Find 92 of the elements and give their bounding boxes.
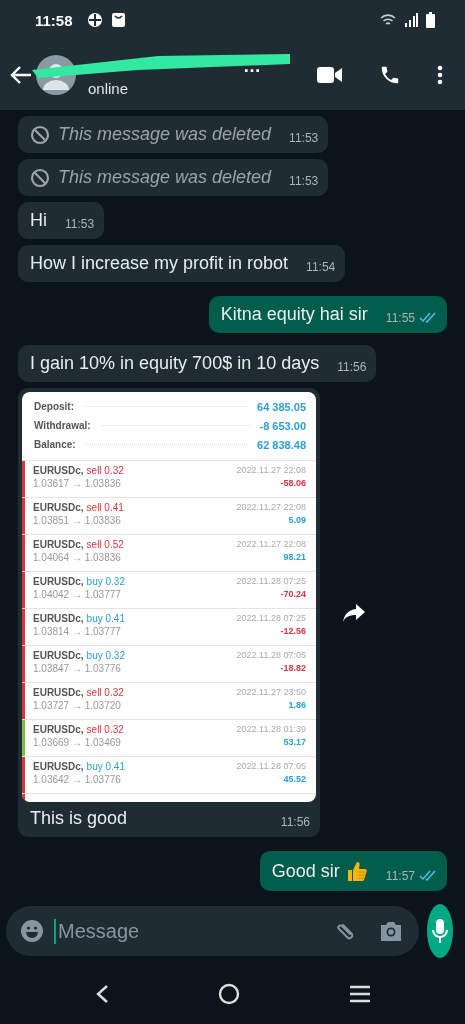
trade-profit: -58.06 [280, 478, 306, 488]
trade-prices: 1.03847 → 1.03776 [33, 663, 122, 674]
message-text: Good sir [271, 860, 340, 882]
message-time: 11:54 [306, 260, 336, 274]
trade-prices: 1.03669 → 1.03469 [33, 737, 122, 748]
blocked-icon [30, 124, 50, 145]
trade-prices: 1.04042 → 1.03777 [33, 589, 122, 600]
trade-date: 2022.11.28 07:05 [236, 761, 306, 771]
video-call-icon[interactable] [317, 66, 343, 84]
trade-volume: sell 0.41 [86, 502, 124, 513]
contact-status: online [88, 79, 130, 97]
forward-icon[interactable] [342, 602, 366, 623]
message-field[interactable]: Message [54, 918, 325, 944]
battery-icon [426, 12, 435, 28]
contact-name: … [243, 56, 261, 77]
message-time: 11:56 [280, 815, 310, 829]
trade-volume: sell 0.52 [86, 539, 124, 550]
message-time: 11:57 [385, 869, 415, 883]
emoji-icon[interactable] [20, 919, 44, 943]
message-text: Hi [30, 210, 47, 231]
message-text: I gain 10% in equity 700$ in 10 days [30, 353, 320, 374]
deleted-message-text: This message was deleted [58, 167, 272, 188]
trade-profit: 53.17 [283, 737, 306, 747]
trade-prices: 1.03642 → 1.03776 [33, 774, 122, 785]
back-nav-icon[interactable] [94, 984, 109, 1004]
trade-date: 2022.11.27 23:50 [236, 687, 306, 697]
camera-icon[interactable] [379, 920, 403, 942]
message-time: 11:53 [289, 131, 319, 145]
trade-symbol: EURUSDc, [33, 761, 84, 772]
message-time: 11:55 [385, 311, 415, 325]
trade-prices: 1.03814 → 1.03777 [33, 626, 122, 637]
menu-icon[interactable] [437, 65, 443, 85]
summary-value: 62 838.48 [257, 438, 306, 451]
game-icon [86, 12, 103, 28]
trade-prices: 1.03727 → 1.03720 [33, 700, 122, 711]
trade-volume: buy 0.41 [86, 761, 125, 772]
trade-date: 2022.11.28 01:39 [236, 724, 306, 734]
trade-prices: 1.03851 → 1.03836 [33, 515, 122, 526]
trade-symbol: EURUSDc, [33, 465, 84, 476]
trade-volume: sell 0.32 [86, 465, 124, 476]
trade-symbol: EURUSDc, [33, 576, 84, 587]
trade-profit: 1.86 [288, 700, 306, 710]
thumbs-up-icon [345, 859, 368, 883]
microphone-button[interactable] [427, 904, 453, 958]
message-text: Kitna equity hai sir [220, 304, 368, 325]
trade-date: 2022.11.27 22:08 [236, 502, 306, 512]
trade-volume: sell 0.32 [86, 724, 124, 735]
back-icon[interactable] [10, 66, 32, 84]
trade-date: 2022.11.28 07:05 [236, 650, 306, 660]
summary-label: Withdrawal: [34, 420, 91, 431]
summary-label: Balance: [34, 439, 76, 450]
microphone-icon [431, 918, 449, 944]
trade-volume: buy 0.41 [86, 613, 125, 624]
trade-volume: sell 0.32 [86, 687, 124, 698]
message-text: How I increase my profit in robot [30, 253, 289, 274]
trade-prices: 1.04064 → 1.03836 [33, 552, 122, 563]
trade-symbol: EURUSDc, [33, 650, 84, 661]
deleted-message-text: This message was deleted [58, 124, 272, 145]
trade-volume: buy 0.32 [86, 576, 125, 587]
trade-symbol: EURUSDc, [33, 539, 84, 550]
trade-profit: -70.24 [280, 589, 306, 599]
message-text: This is good [30, 808, 128, 829]
phone-icon[interactable] [379, 64, 401, 86]
trade-symbol: EURUSDc, [33, 502, 84, 513]
signal-icon [404, 13, 418, 27]
message-time: 11:53 [65, 217, 95, 231]
trade-volume: buy 0.32 [86, 650, 125, 661]
trade-date: 2022.11.28 07:25 [236, 576, 306, 586]
summary-label: Deposit: [34, 401, 74, 412]
trade-symbol: EURUSDc, [33, 613, 84, 624]
trade-profit: -18.82 [280, 663, 306, 673]
wifi-icon [380, 13, 396, 27]
bag-icon [110, 12, 126, 28]
trade-profit: 98.21 [283, 552, 306, 562]
trade-date: 2022.11.27 22:08 [236, 539, 306, 549]
message-bar[interactable]: Message [6, 906, 419, 956]
blocked-icon [30, 167, 50, 188]
trade-profit: 5.09 [288, 515, 306, 525]
message-time: 11:56 [337, 360, 367, 374]
message-time: 11:53 [289, 174, 319, 188]
summary-value: -8 653.00 [259, 419, 306, 432]
trade-profit: 45.52 [283, 774, 306, 784]
trade-symbol: EURUSDc, [33, 687, 84, 698]
trade-profit: -12.56 [280, 626, 306, 636]
trade-prices: 1.03617 → 1.03836 [33, 478, 122, 489]
recents-nav-icon[interactable] [348, 985, 371, 1003]
trade-symbol: EURUSDc, [33, 724, 84, 735]
summary-value: 64 385.05 [257, 400, 306, 413]
trade-date: 2022.11.27 22:08 [236, 465, 306, 475]
home-nav-icon[interactable] [217, 983, 240, 1005]
status-time: 11:58 [35, 11, 73, 29]
trade-date: 2022.11.28 07:25 [236, 613, 306, 623]
